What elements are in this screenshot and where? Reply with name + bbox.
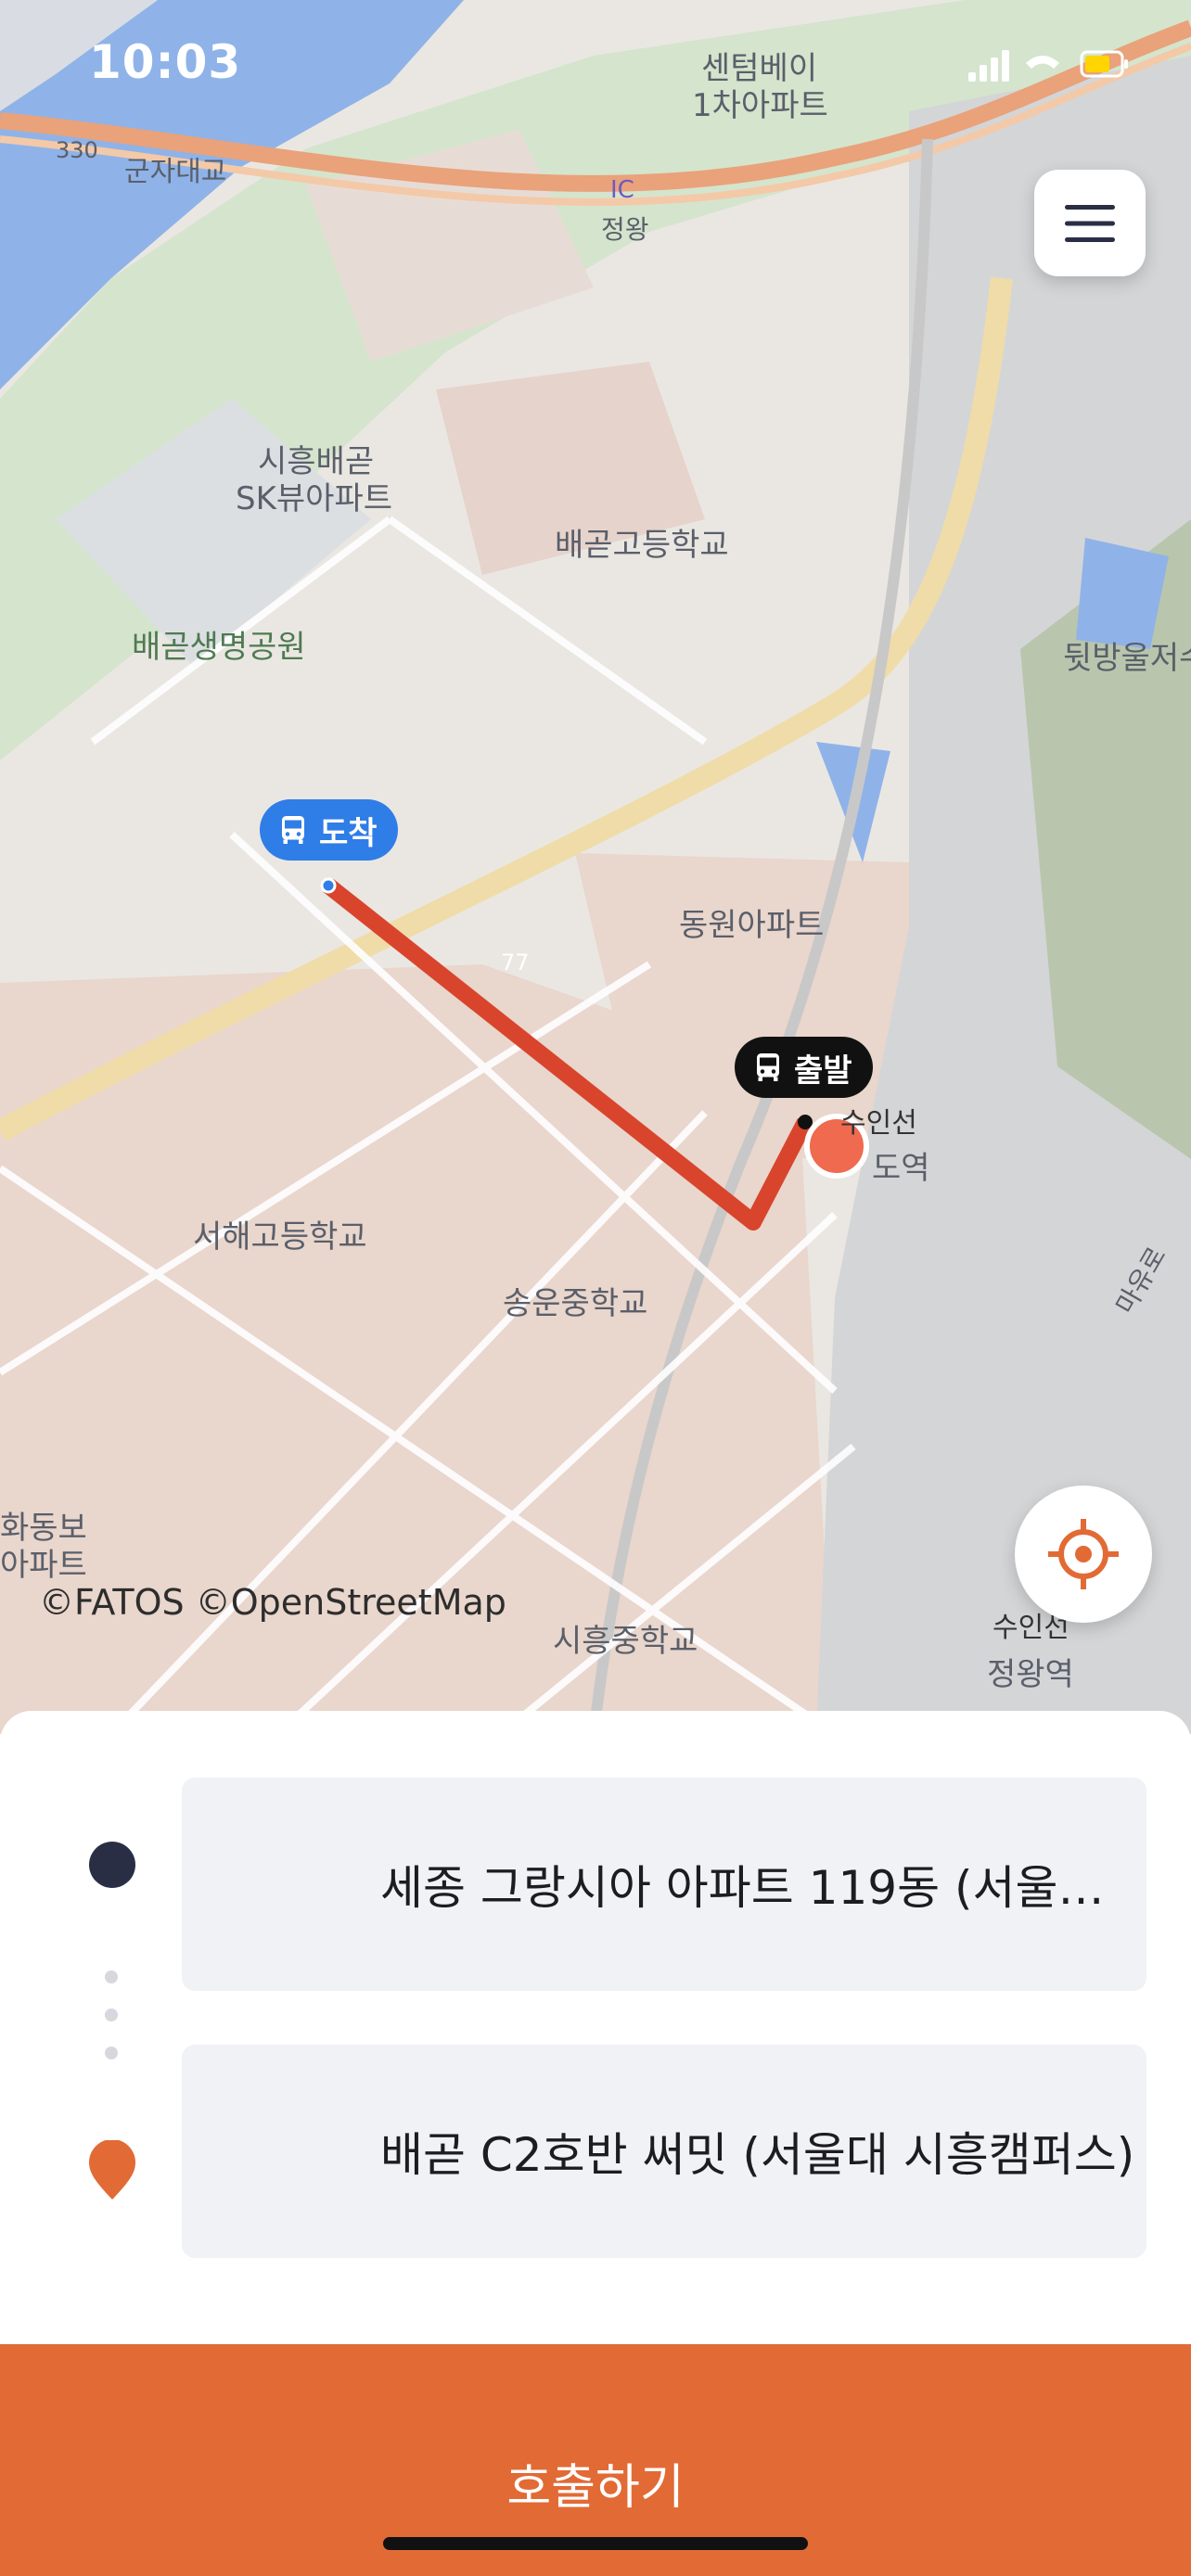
map-label: 77	[501, 950, 530, 976]
connector-dot-icon	[105, 2047, 118, 2060]
map-label: 정왕	[601, 214, 649, 245]
map-view[interactable]: 센텀베이 1차아파트 군자대교 IC 정왕 시흥배곧 SK뷰아파트 배곧고등학교…	[0, 0, 1191, 1734]
departure-marker-label: 출발	[794, 1052, 852, 1090]
arrival-marker[interactable]: 도착	[260, 799, 398, 861]
destination-pin-icon	[89, 2140, 135, 2200]
map-label: 배곧생명공원	[132, 629, 306, 666]
connector-dot-icon	[105, 1970, 118, 1983]
map-label: 송운중학교	[503, 1285, 648, 1322]
arrival-marker-label: 도착	[319, 814, 378, 852]
hamburger-menu-icon	[1065, 204, 1115, 242]
bus-icon	[282, 816, 304, 844]
call-button-label: 호출하기	[506, 2460, 685, 2516]
map-label: 배곧고등학교	[555, 527, 729, 564]
status-icons	[968, 50, 1128, 82]
status-bar: 10:03	[0, 0, 1191, 130]
departure-marker[interactable]: 출발	[735, 1037, 873, 1098]
map-attribution: ©FATOS ©OpenStreetMap	[39, 1582, 506, 1623]
origin-field[interactable]: 세종 그랑시아 아파트 119동 (서울대 시흥캠퍼스)	[182, 1778, 1146, 1991]
signal-icon	[968, 50, 1009, 82]
current-location-button[interactable]	[1015, 1486, 1152, 1623]
map-label: SK뷰아파트	[236, 480, 392, 517]
destination-text: 배곧 C2호반 써밋 (서울대 시흥캠퍼스)	[380, 2128, 1135, 2182]
origin-text: 세종 그랑시아 아파트 119동 (서울대 시흥캠퍼스)	[380, 1861, 1146, 1915]
bus-icon	[757, 1053, 779, 1081]
map-label: 시흥중학교	[553, 1623, 698, 1660]
connector-dot-icon	[105, 2009, 118, 2021]
map-label: IC	[610, 176, 634, 204]
map-label: 수인선	[840, 1107, 917, 1140]
menu-button[interactable]	[1034, 170, 1146, 276]
map-label: 동원아파트	[679, 907, 825, 944]
map-label: 330	[56, 137, 98, 163]
map-label: 정왕역	[987, 1656, 1074, 1693]
home-indicator	[383, 2537, 808, 2550]
wifi-icon	[1026, 56, 1059, 69]
destination-field[interactable]: 배곧 C2호반 써밋 (서울대 시흥캠퍼스)	[182, 2045, 1146, 2258]
map-label: 뒷방울저수	[1063, 640, 1191, 677]
map-base	[0, 0, 1191, 1734]
crosshair-icon	[1048, 1519, 1119, 1589]
map-label: 군자대교	[124, 156, 227, 188]
map-label: 서해고등학교	[193, 1218, 367, 1256]
origin-dot-icon	[89, 1842, 135, 1888]
status-time: 10:03	[89, 35, 242, 89]
map-label: 아파트	[0, 1547, 87, 1584]
map-label: 도역	[872, 1150, 930, 1187]
